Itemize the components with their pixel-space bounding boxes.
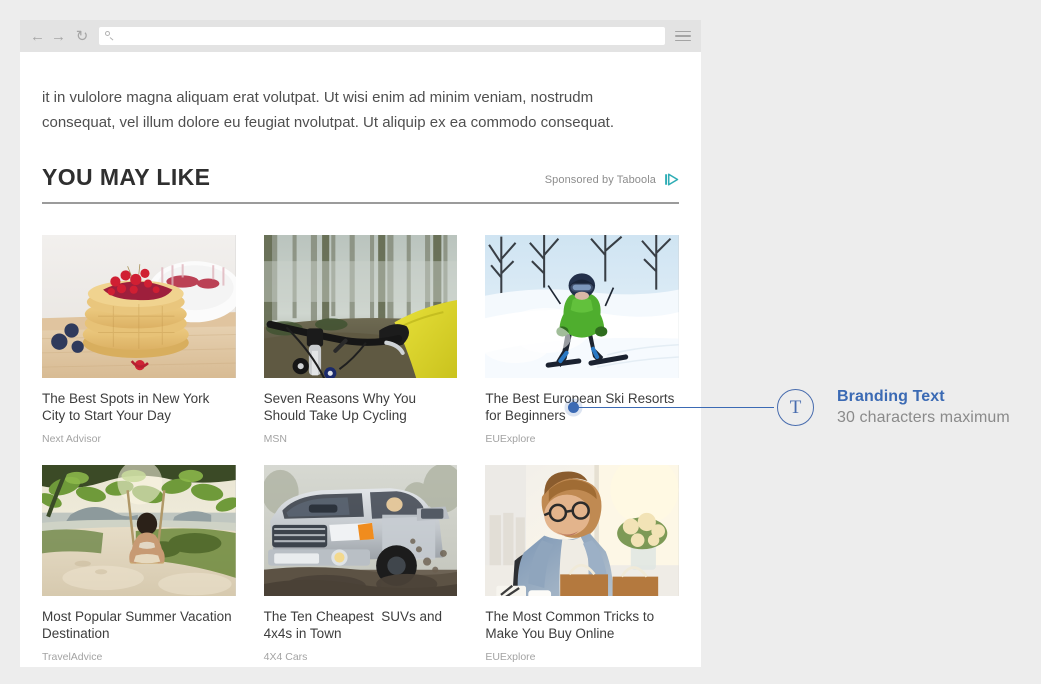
callout-subtitle: 30 characters maximum (837, 407, 1010, 429)
silver-suv-mud-thumbnail[interactable] (264, 465, 458, 596)
card-title[interactable]: The Best Spots in New York City to Start… (42, 390, 236, 424)
recommendation-cards-grid: The Best Spots in New York City to Start… (42, 235, 679, 663)
card-source: 4X4 Cars (264, 651, 308, 663)
back-arrow-icon[interactable]: ← (30, 29, 44, 44)
recommendation-card[interactable]: Most Popular Summer Vacation Destination… (42, 465, 236, 663)
card-source-row: 4X4 Cars (264, 642, 458, 663)
recommendation-card[interactable]: The Best Spots in New York City to Start… (42, 235, 236, 445)
sponsor-label: Sponsored by Taboola (545, 174, 656, 186)
callout-text-group: Branding Text 30 characters maximum (837, 386, 1010, 429)
widget-header: YOU MAY LIKE Sponsored by Taboola (42, 166, 679, 204)
address-bar[interactable] (99, 27, 665, 45)
branding-text-callout: T Branding Text 30 characters maximum (560, 385, 1041, 445)
card-source-row: EUExplore (485, 642, 679, 663)
article-paragraph: it in vulolore magna aliquam erat volutp… (42, 67, 667, 135)
card-title[interactable]: The Ten Cheapest SUVs and 4x4s in Town (264, 608, 458, 642)
taboola-play-icon[interactable] (664, 172, 679, 187)
recommendation-card[interactable]: The Most Common Tricks to Make You Buy O… (485, 465, 679, 663)
browser-toolbar: ← → ↻ (20, 20, 701, 52)
beach-swing-thumbnail[interactable] (42, 465, 236, 596)
mountain-bike-forest-thumbnail[interactable] (264, 235, 458, 378)
child-skier-snow-thumbnail[interactable] (485, 235, 679, 378)
card-source: MSN (264, 433, 287, 445)
browser-nav-buttons: ← → ↻ (30, 29, 89, 44)
callout-leader-line (579, 407, 774, 408)
card-title[interactable]: Most Popular Summer Vacation Destination (42, 608, 236, 642)
page-content: it in vulolore magna aliquam erat volutp… (20, 67, 701, 663)
card-title[interactable]: The Most Common Tricks to Make You Buy O… (485, 608, 679, 642)
woman-shopping-bags-thumbnail[interactable] (485, 465, 679, 596)
card-source-row: Next Advisor (42, 424, 236, 445)
card-title[interactable]: Seven Reasons Why You Should Take Up Cyc… (264, 390, 458, 424)
forward-arrow-icon[interactable]: → (51, 29, 65, 44)
reload-icon[interactable]: ↻ (75, 29, 89, 44)
waffles-with-berries-thumbnail[interactable] (42, 235, 236, 378)
callout-title: Branding Text (837, 386, 1010, 407)
menu-line (675, 40, 691, 42)
recommendation-card[interactable]: The Ten Cheapest SUVs and 4x4s in Town 4… (264, 465, 458, 663)
widget-title: YOU MAY LIKE (42, 166, 210, 189)
callout-badge-letter: T (790, 398, 802, 418)
sponsor-attribution[interactable]: Sponsored by Taboola (545, 172, 679, 189)
browser-window: ← → ↻ it in vulolore magna aliquam erat … (20, 20, 701, 667)
recommendation-card[interactable]: Seven Reasons Why You Should Take Up Cyc… (264, 235, 458, 445)
card-source: Next Advisor (42, 433, 101, 445)
menu-line (675, 31, 691, 33)
card-source: EUExplore (485, 433, 535, 445)
callout-badge-circle: T (777, 389, 814, 426)
card-source: EUExplore (485, 651, 535, 663)
callout-anchor-dot (568, 402, 579, 413)
hamburger-menu-icon[interactable] (675, 29, 691, 43)
search-icon (105, 31, 115, 41)
menu-line (675, 35, 691, 37)
card-source-row: TravelAdvice (42, 642, 236, 663)
card-source-row: MSN (264, 424, 458, 445)
card-source: TravelAdvice (42, 651, 102, 663)
